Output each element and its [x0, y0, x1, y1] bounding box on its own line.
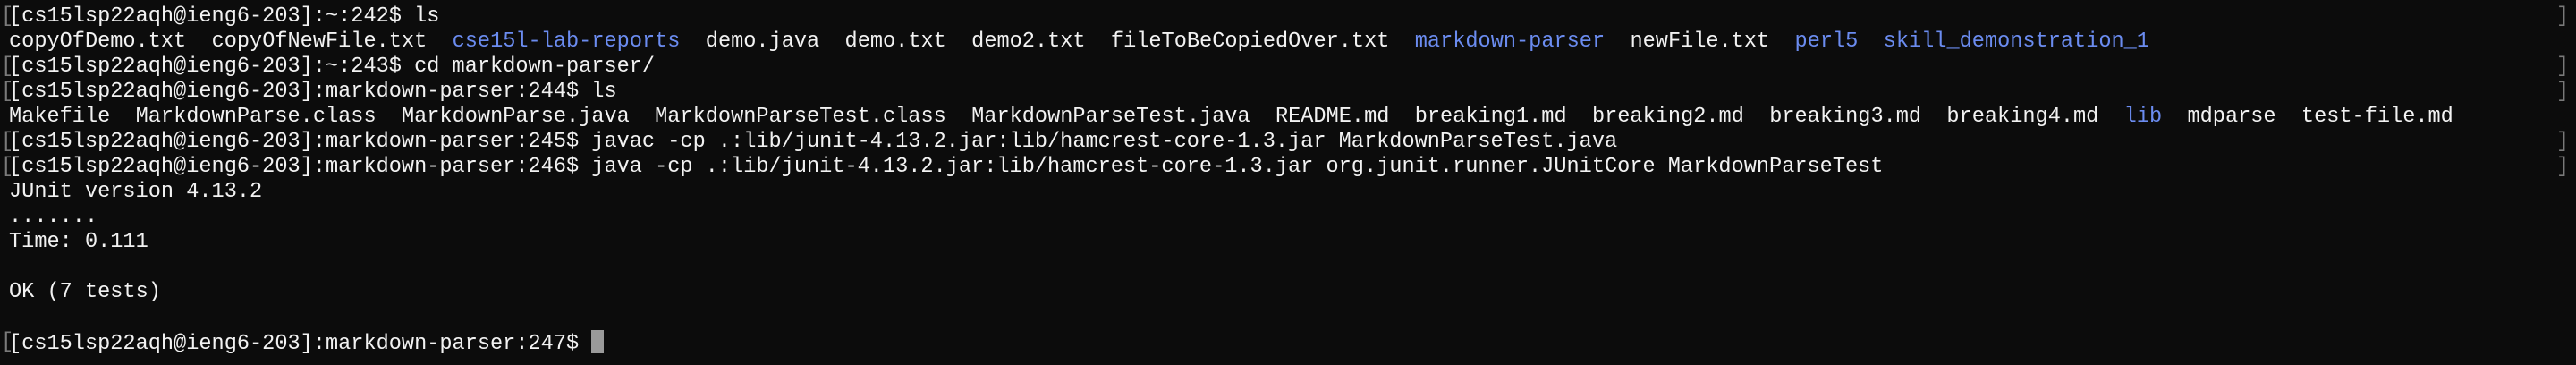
prompt: [cs15lsp22aqh@ieng6-203]:markdown-parser…: [9, 80, 592, 104]
command-line: [[cs15lsp22aqh@ieng6-203]:~:243$ cd mark…: [1, 55, 2570, 80]
mark-bracket: ]: [2556, 4, 2570, 29]
file-entry: README.md: [1275, 105, 1390, 129]
file-entry: demo2.txt: [971, 30, 1086, 54]
mark-bracket: ]: [2556, 80, 2570, 104]
mark-bracket: [: [1, 55, 14, 79]
file-entry: copyOfDemo.txt: [9, 30, 187, 54]
file-entry: fileToBeCopiedOver.txt: [1110, 30, 1390, 54]
file-entry: MarkdownParseTest.java: [971, 105, 1250, 129]
test-result: OK (7 tests): [9, 280, 161, 304]
junit-version: JUnit version 4.13.2: [9, 180, 263, 204]
test-time: Time: 0.111: [9, 230, 148, 254]
prompt: [cs15lsp22aqh@ieng6-203]:markdown-parser…: [9, 332, 592, 356]
command: ls: [414, 4, 440, 29]
terminal-output[interactable]: [[cs15lsp22aqh@ieng6-203]:~:242$ ls] cop…: [1, 4, 2570, 356]
directory-entry: lib: [2123, 105, 2163, 129]
file-entry: breaking1.md: [1414, 105, 1567, 129]
command: ls: [591, 80, 617, 104]
command: javac -cp .:lib/junit-4.13.2.jar:lib/ham…: [591, 130, 1618, 154]
file-entry: Makefile: [9, 105, 111, 129]
test-progress-dots: .......: [9, 205, 98, 229]
file-entry: test-file.md: [2301, 105, 2453, 129]
prompt: [cs15lsp22aqh@ieng6-203]:~:242$: [9, 4, 415, 29]
directory-entry: skill_demonstration_1: [1883, 30, 2150, 54]
mark-bracket: [: [1, 330, 14, 354]
file-entry: MarkdownParse.java: [401, 105, 630, 129]
cursor: [591, 330, 605, 353]
prompt: [cs15lsp22aqh@ieng6-203]:markdown-parser…: [9, 130, 592, 154]
file-entry: breaking4.md: [1946, 105, 2099, 129]
file-entry: breaking3.md: [1769, 105, 1922, 129]
file-entry: MarkdownParse.class: [135, 105, 377, 129]
ls-output: Makefile MarkdownParse.class MarkdownPar…: [9, 105, 2567, 130]
file-entry: demo.txt: [844, 30, 946, 54]
file-entry: breaking2.md: [1591, 105, 1744, 129]
file-entry: MarkdownParseTest.class: [655, 105, 946, 129]
mark-bracket: [: [1, 80, 14, 104]
command-line: [[cs15lsp22aqh@ieng6-203]:markdown-parse…: [1, 155, 2570, 180]
mark-bracket: [: [1, 4, 14, 29]
file-entry: newFile.txt: [1630, 30, 1770, 54]
prompt: [cs15lsp22aqh@ieng6-203]:~:243$: [9, 55, 415, 79]
command-line-active[interactable]: [[cs15lsp22aqh@ieng6-203]:markdown-parse…: [1, 330, 2567, 356]
command: cd markdown-parser/: [414, 55, 656, 79]
prompt: [cs15lsp22aqh@ieng6-203]:markdown-parser…: [9, 155, 592, 179]
file-entry: demo.java: [705, 30, 820, 54]
mark-bracket: [: [1, 155, 14, 179]
file-entry: copyOfNewFile.txt: [211, 30, 428, 54]
mark-bracket: ]: [2556, 55, 2570, 79]
directory-entry: perl5: [1794, 30, 1859, 54]
file-entry: mdparse: [2187, 105, 2276, 129]
directory-entry: cse15l-lab-reports: [452, 30, 681, 54]
mark-bracket: ]: [2556, 130, 2570, 154]
command: java -cp .:lib/junit-4.13.2.jar:lib/hamc…: [591, 155, 1884, 179]
directory-entry: markdown-parser: [1414, 30, 1606, 54]
mark-bracket: ]: [2556, 155, 2570, 179]
ls-output: copyOfDemo.txt copyOfNewFile.txt cse15l-…: [9, 30, 2567, 55]
mark-bracket: [: [1, 130, 14, 154]
command-line: [[cs15lsp22aqh@ieng6-203]:markdown-parse…: [1, 130, 2570, 155]
command-line: [[cs15lsp22aqh@ieng6-203]:markdown-parse…: [1, 80, 2570, 105]
command-line: [[cs15lsp22aqh@ieng6-203]:~:242$ ls]: [1, 4, 2570, 30]
